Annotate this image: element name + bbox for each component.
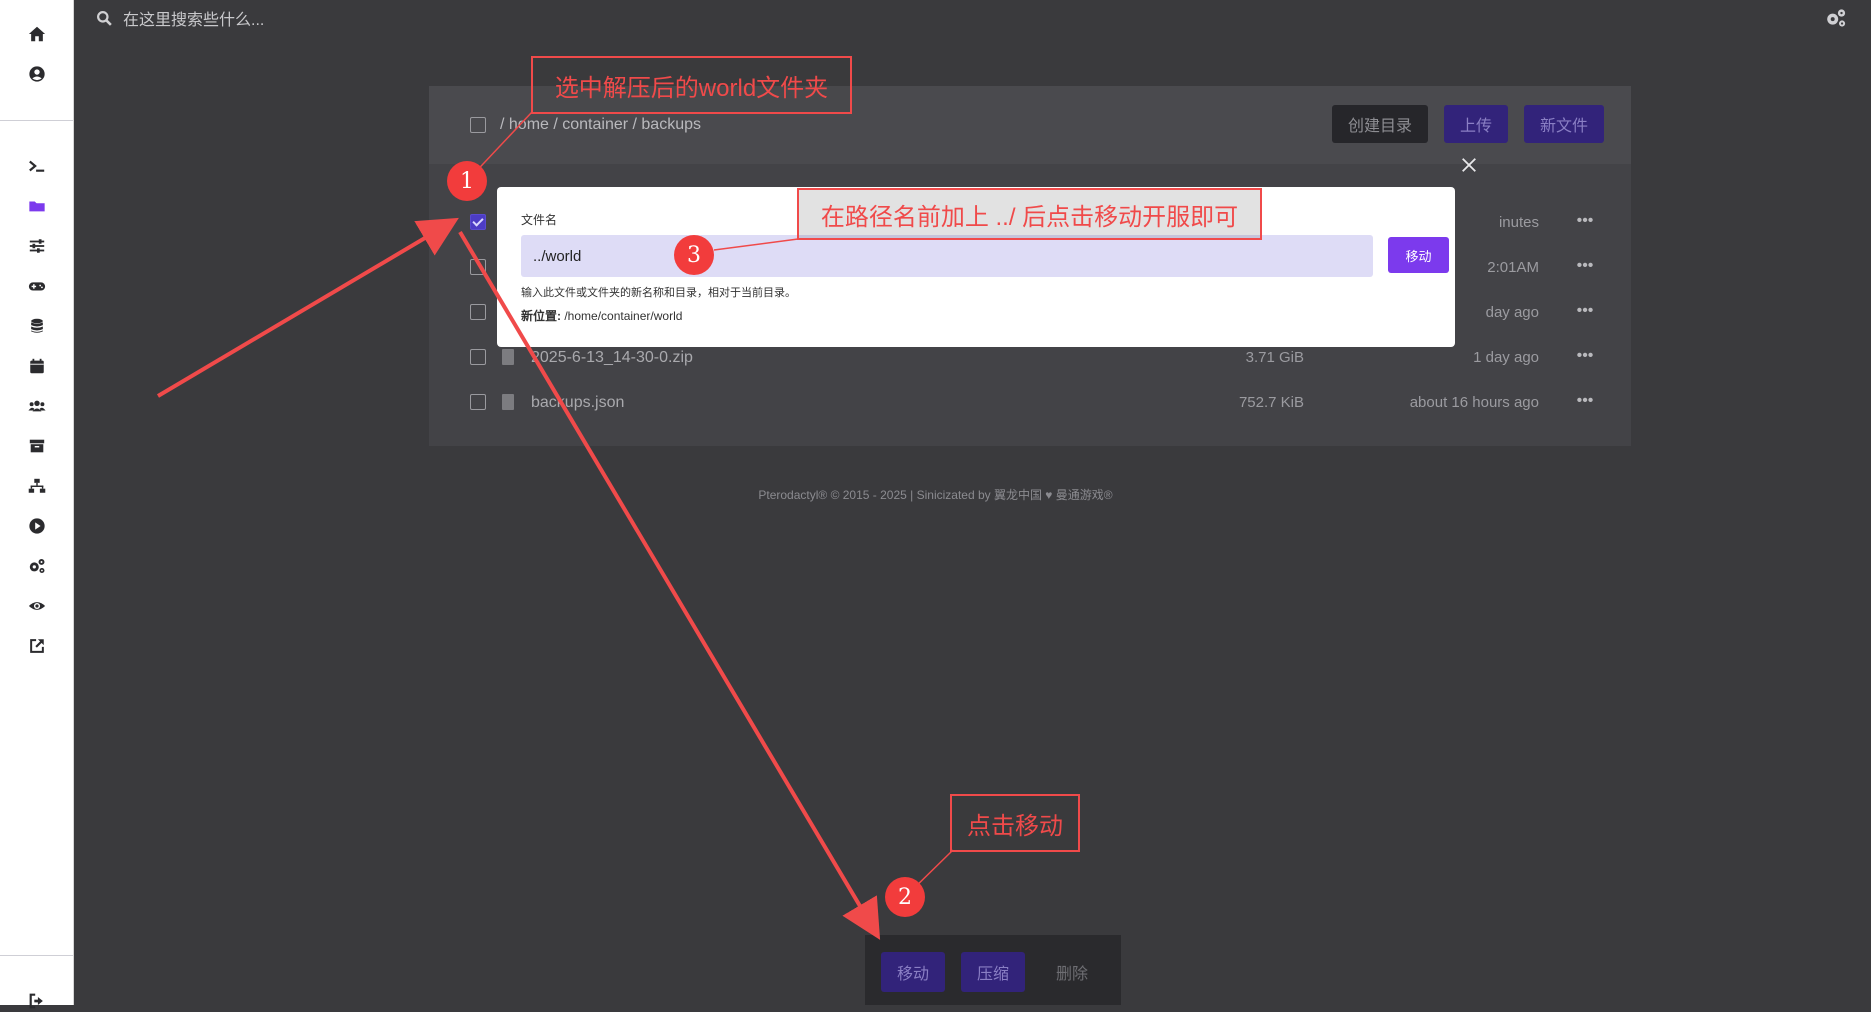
step-badge-1: 1 [447,161,487,201]
annotation-arrows [156,111,954,940]
step-badge-3: 3 [674,235,714,275]
annotation-step3: 在路径名前加上 ../ 后点击移动开服即可 [797,188,1262,240]
annotation-step1: 选中解压后的world文件夹 [531,56,852,114]
annotation-step2: 点击移动 [950,794,1080,852]
step-badge-2: 2 [885,877,925,917]
